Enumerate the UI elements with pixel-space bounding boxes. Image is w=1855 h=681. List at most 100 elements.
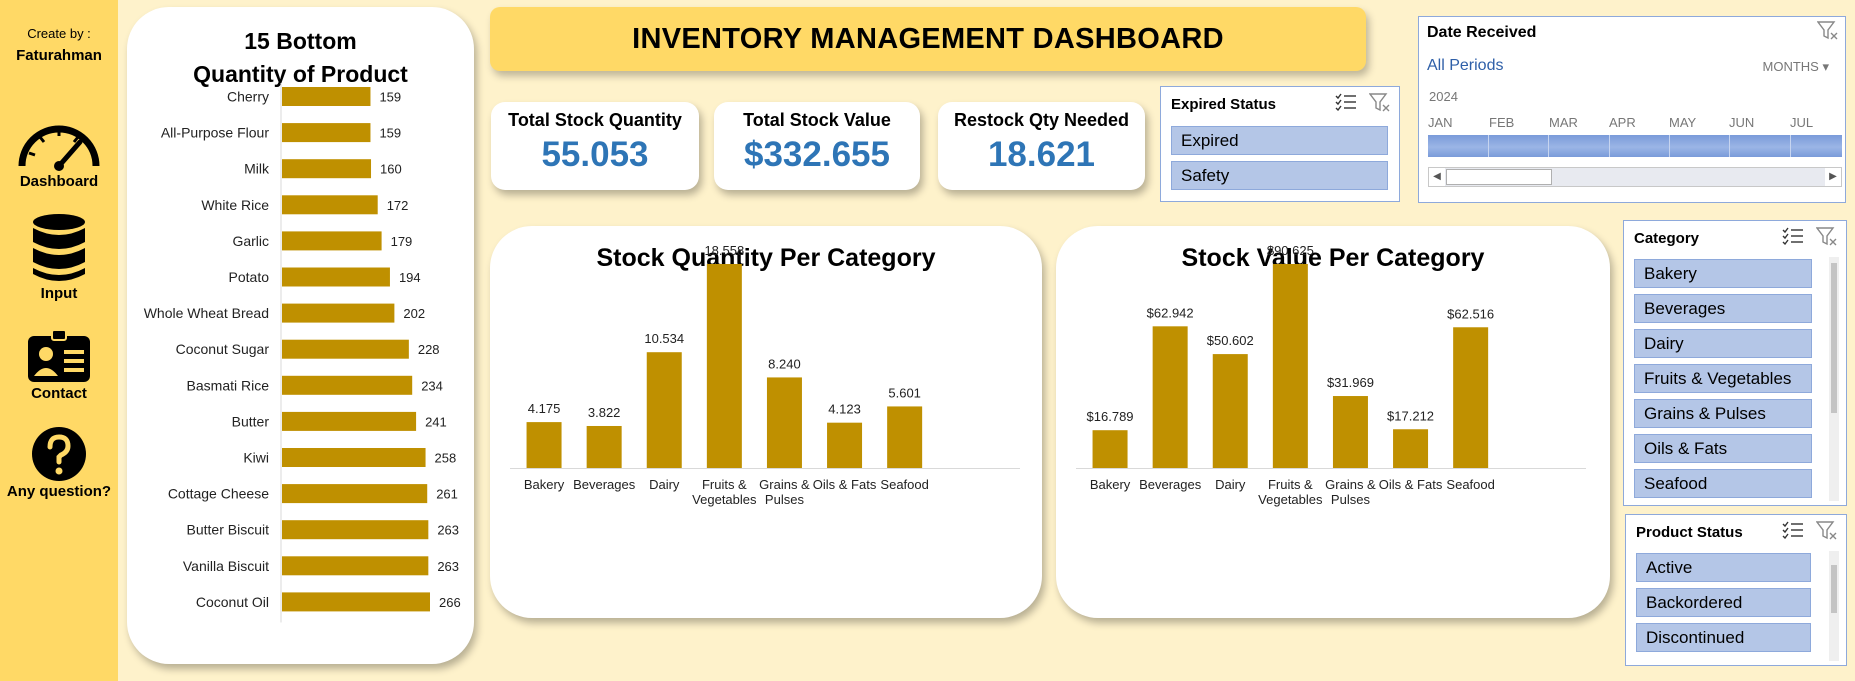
timeline-scrollbar[interactable]: ◀ ▶ xyxy=(1428,167,1842,187)
bar xyxy=(1332,396,1368,468)
bar xyxy=(282,159,372,179)
data-label: 172 xyxy=(387,198,409,213)
tick-label: Cottage Cheese xyxy=(168,486,269,502)
data-label: $90.625 xyxy=(1267,243,1314,258)
slicer-item-oils-fats[interactable]: Oils & Fats xyxy=(1634,434,1812,463)
timeline-scroll-thumb[interactable] xyxy=(1446,169,1552,185)
bar xyxy=(282,123,371,143)
clear-filter-icon[interactable] xyxy=(1369,93,1391,113)
data-label: 4.175 xyxy=(528,401,561,416)
product-status-slicer: Product Status Active Backordered Discon… xyxy=(1625,514,1847,666)
data-label: $31.969 xyxy=(1327,375,1374,390)
bar xyxy=(282,448,426,467)
creator-block: Create by : Faturahman xyxy=(0,26,118,64)
data-label: 266 xyxy=(439,595,461,610)
sidebar: Create by : Faturahman Dashboard Input C… xyxy=(0,0,118,681)
tick-label: Grains & xyxy=(1325,477,1376,492)
nav-contact[interactable]: Contact xyxy=(0,330,118,402)
scroll-left-icon[interactable]: ◀ xyxy=(1429,168,1445,186)
slicer-item-expired[interactable]: Expired xyxy=(1171,126,1388,155)
date-received-timeline: Date Received All Periods MONTHS ▾ 2024 … xyxy=(1418,16,1846,203)
bar xyxy=(282,484,428,504)
slicer-item-beverages[interactable]: Beverages xyxy=(1634,294,1812,323)
clear-filter-icon[interactable] xyxy=(1817,21,1839,41)
tick-label: Garlic xyxy=(232,233,269,249)
multi-select-icon[interactable] xyxy=(1335,93,1357,111)
timeline-month: JAN xyxy=(1428,115,1453,130)
multi-select-icon[interactable] xyxy=(1782,227,1804,245)
timeline-title: Date Received xyxy=(1427,24,1537,41)
slicer-icons xyxy=(1335,93,1391,113)
data-label: 261 xyxy=(436,487,458,502)
kpi-restock-qty-needed: Restock Qty Needed 18.621 xyxy=(938,102,1145,190)
data-label: 263 xyxy=(437,559,459,574)
slicer-item-backordered[interactable]: Backordered xyxy=(1636,588,1811,617)
tick-label: Dairy xyxy=(649,477,680,492)
multi-select-icon[interactable] xyxy=(1782,521,1804,539)
slicer-item-discontinued[interactable]: Discontinued xyxy=(1636,623,1811,652)
bar xyxy=(282,303,395,323)
timeline-unit-label: MONTHS xyxy=(1762,59,1819,74)
timeline-tick xyxy=(1488,135,1489,157)
nav-dashboard[interactable]: Dashboard xyxy=(0,120,118,190)
slicer-item-active[interactable]: Active xyxy=(1636,553,1811,582)
clear-filter-icon[interactable] xyxy=(1816,227,1838,247)
tick-label: Fruits & xyxy=(1268,477,1313,492)
nav-input[interactable]: Input xyxy=(0,212,118,302)
slicer-item-grains-pulses[interactable]: Grains & Pulses xyxy=(1634,399,1812,428)
timeline-tick xyxy=(1729,135,1730,157)
data-label: 179 xyxy=(391,234,413,249)
tick-label: Vegetables xyxy=(692,492,757,507)
data-label: 159 xyxy=(379,126,401,141)
slicer-scrollbar[interactable] xyxy=(1829,257,1839,501)
slicer-item-fruits-vegetables[interactable]: Fruits & Vegetables xyxy=(1634,364,1812,393)
nav-question[interactable]: Any question? xyxy=(0,426,118,500)
timeline-month: APR xyxy=(1609,115,1636,130)
data-label: 8.240 xyxy=(768,356,801,371)
slicer-item-safety[interactable]: Safety xyxy=(1171,161,1388,190)
tick-label: Oils & Fats xyxy=(1379,477,1443,492)
bar xyxy=(282,339,409,359)
timeline-tick xyxy=(1669,135,1670,157)
data-label: 10.534 xyxy=(644,331,684,346)
slicer-item-bakery[interactable]: Bakery xyxy=(1634,259,1812,288)
timeline-month: JUN xyxy=(1729,115,1755,130)
dashboard-title: INVENTORY MANAGEMENT DASHBOARD xyxy=(632,22,1224,55)
bar xyxy=(766,377,802,468)
scroll-right-icon[interactable]: ▶ xyxy=(1825,168,1841,186)
tick-label: Bakery xyxy=(1090,477,1131,492)
data-label: 18.558 xyxy=(704,243,744,258)
slicer-item-dairy[interactable]: Dairy xyxy=(1634,329,1812,358)
tick-label: Basmati Rice xyxy=(187,377,270,393)
timeline-selection[interactable]: All Periods xyxy=(1427,57,1503,75)
speedometer-icon xyxy=(18,125,100,171)
bar xyxy=(1453,327,1489,468)
tick-label: Beverages xyxy=(1139,477,1202,492)
bar xyxy=(526,422,562,468)
tick-label: Seafood xyxy=(1446,477,1494,492)
created-by-label: Create by : xyxy=(27,26,91,41)
id-card-icon xyxy=(28,330,90,382)
nav-contact-label: Contact xyxy=(31,385,87,402)
bar xyxy=(1212,354,1248,468)
kpi-label: Restock Qty Needed xyxy=(953,110,1130,130)
timeline-period-bar[interactable] xyxy=(1428,135,1842,157)
tick-label: Pulses xyxy=(765,492,805,507)
tick-label: Bakery xyxy=(524,477,565,492)
timeline-unit-dropdown[interactable]: MONTHS ▾ xyxy=(1763,59,1830,75)
slicer-scrollbar[interactable] xyxy=(1829,551,1839,661)
slicer-scroll-thumb[interactable] xyxy=(1831,263,1837,413)
bar xyxy=(1272,264,1308,468)
data-label: 4.123 xyxy=(828,402,861,417)
stock-quantity-chart: 4.175 Bakery 3.822 Beverages 10.534 Dairy 18.5… xyxy=(510,243,1020,507)
bottom-15-card: 15 Bottom Quantity of Product Cherry 159 A… xyxy=(127,7,474,664)
clear-filter-icon[interactable] xyxy=(1816,521,1838,541)
kpi-total-stock-value: Total Stock Value $332.655 xyxy=(714,102,920,190)
slicer-item-seafood[interactable]: Seafood xyxy=(1634,469,1812,498)
expired-status-slicer: Expired Status Expired Safety xyxy=(1160,86,1400,202)
data-label: 263 xyxy=(437,523,459,538)
slicer-scroll-thumb[interactable] xyxy=(1831,565,1837,613)
bar xyxy=(282,520,429,540)
tick-label: Cherry xyxy=(227,89,269,105)
slicer-icons xyxy=(1782,227,1838,247)
